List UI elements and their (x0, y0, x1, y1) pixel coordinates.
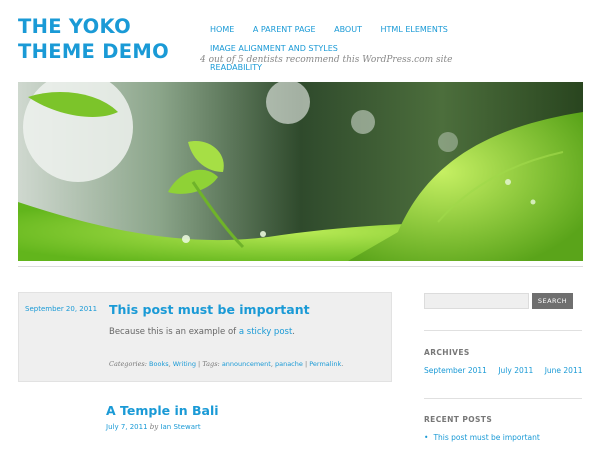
post-author[interactable]: Ian Stewart (160, 423, 200, 431)
post-date[interactable]: July 7, 2011 (106, 423, 148, 431)
permalink-link[interactable]: Permalink (309, 360, 341, 368)
sticky-post-date[interactable]: September 20, 2011 (25, 305, 97, 313)
header-image (18, 82, 583, 261)
category-writing[interactable]: Writing (173, 360, 196, 368)
site-title[interactable]: THE YOKO THEME DEMO (18, 14, 203, 64)
header-divider (18, 266, 583, 267)
recent-post-link[interactable]: This post must be important (424, 433, 539, 442)
main-nav: HOME A PARENT PAGE ABOUT HTML ELEMENTS I… (210, 20, 595, 77)
sticky-body-end: . (292, 327, 295, 337)
meta-separator: | (198, 360, 201, 368)
tag-panache[interactable]: panache (275, 360, 303, 368)
nav-html-elements[interactable]: HTML ELEMENTS (381, 20, 448, 39)
sidebar-divider (424, 398, 582, 399)
sticky-post-link[interactable]: a sticky post (239, 327, 292, 337)
archive-link[interactable]: June 2011 (545, 366, 583, 375)
post-title[interactable]: A Temple in Bali (106, 403, 219, 418)
archive-link[interactable]: July 2011 (498, 366, 533, 375)
tags-label: Tags: (202, 360, 220, 368)
meta-separator: | (304, 360, 308, 368)
nav-parent-page[interactable]: A PARENT PAGE (253, 20, 316, 39)
sticky-post-meta: Categories: Books, Writing | Tags: annou… (109, 360, 344, 368)
archives-heading: ARCHIVES (424, 348, 470, 357)
category-books[interactable]: Books (149, 360, 169, 368)
sticky-post-title[interactable]: This post must be important (109, 302, 310, 317)
sticky-post: September 20, 2011 This post must be imp… (18, 292, 392, 382)
nav-about[interactable]: ABOUT (334, 20, 362, 39)
nav-home[interactable]: HOME (210, 20, 234, 39)
post-meta: July 7, 2011 by Ian Stewart (106, 423, 201, 431)
site-tagline: 4 out of 5 dentists recommend this WordP… (200, 55, 453, 65)
search-input[interactable] (424, 293, 529, 309)
archives-list: September 2011 July 2011 June 2011 (424, 366, 592, 375)
categories-label: Categories: (109, 360, 147, 368)
search-button[interactable]: SEARCH (532, 293, 573, 309)
post-by: by (149, 423, 159, 431)
tag-announcement[interactable]: announcement (222, 360, 271, 368)
sidebar-divider (424, 330, 582, 331)
recent-posts-list: This post must be important (424, 433, 539, 448)
archive-link[interactable]: September 2011 (424, 366, 487, 375)
recent-posts-heading: RECENT POSTS (424, 415, 493, 424)
sticky-post-body: Because this is an example of a sticky p… (109, 327, 295, 337)
sticky-body-text: Because this is an example of (109, 327, 239, 337)
